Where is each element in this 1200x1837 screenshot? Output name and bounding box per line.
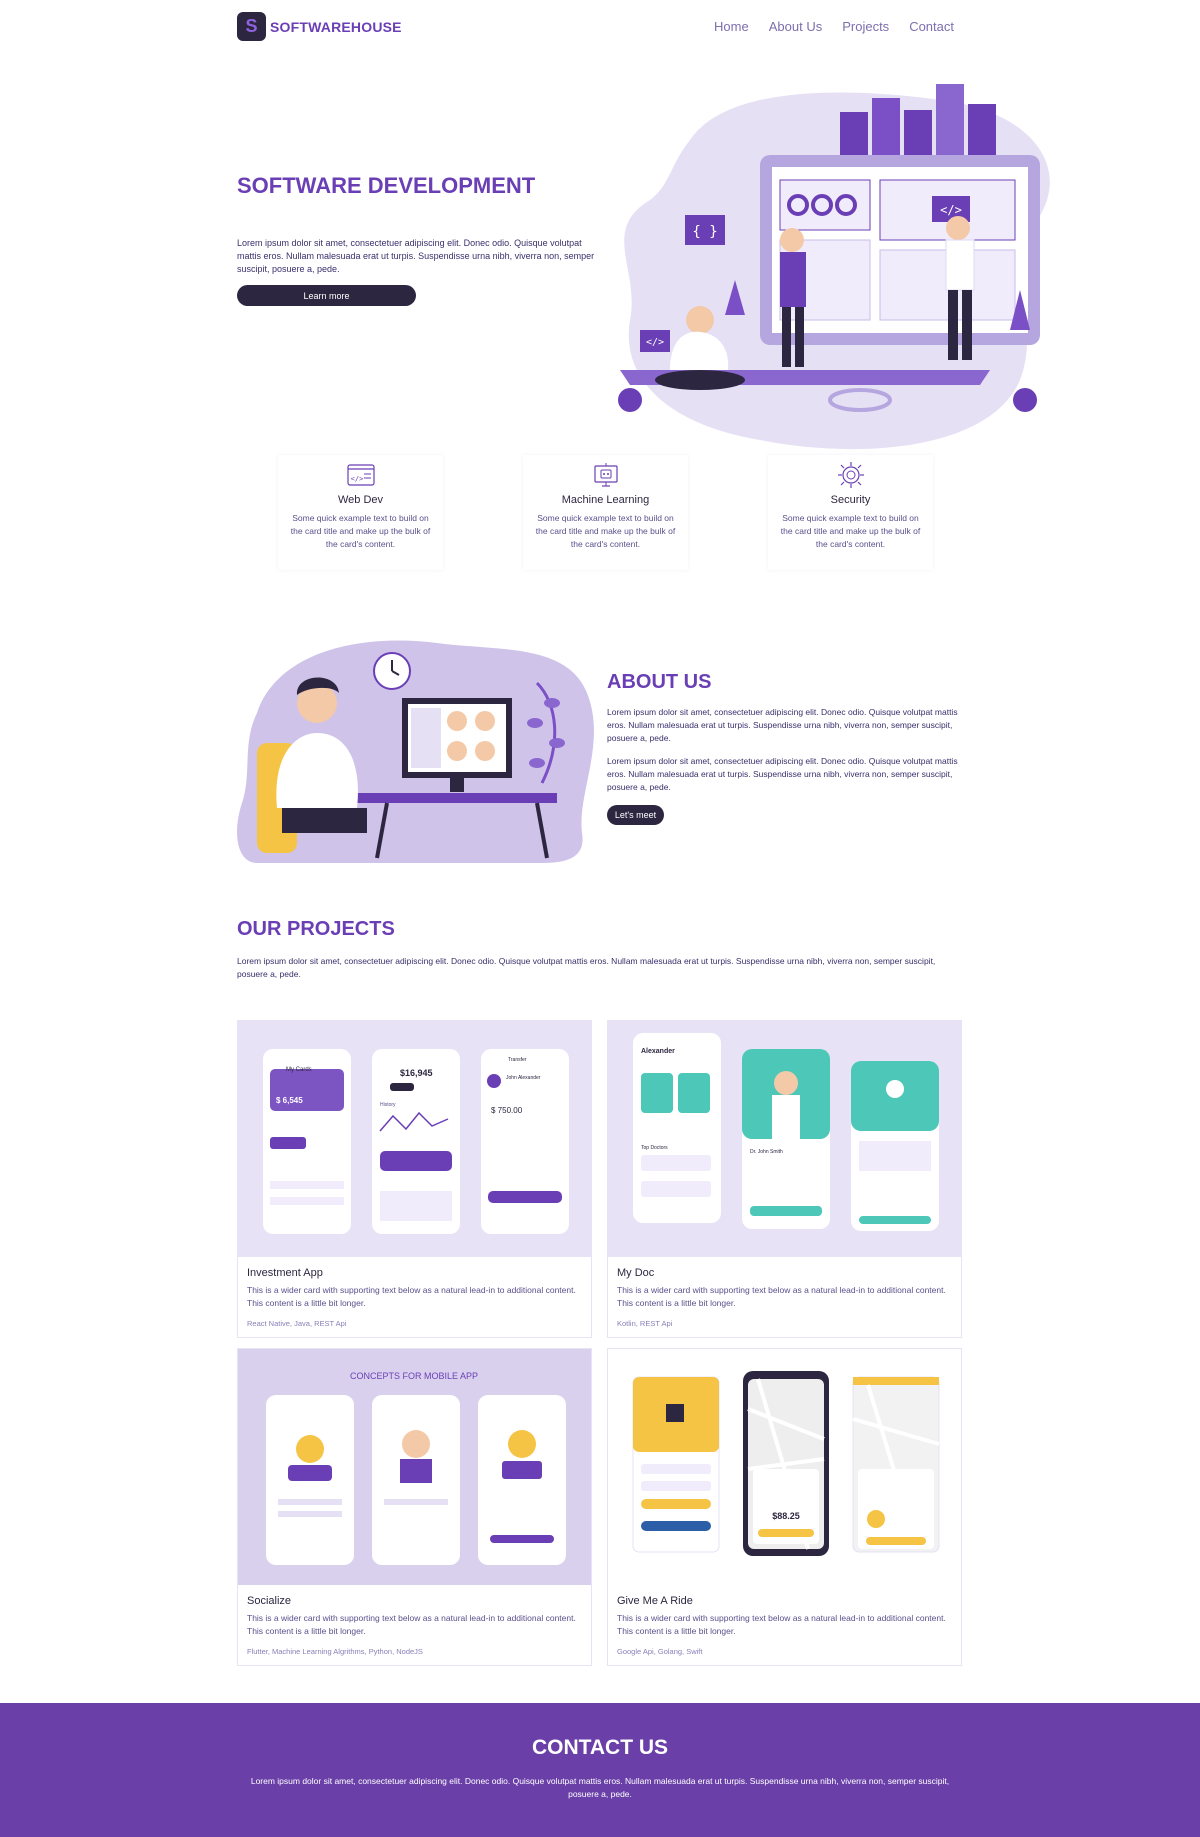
screen-label: $88.25 [772,1511,800,1521]
feature-card-machine-learning: Machine Learning Some quick example text… [523,455,688,570]
feature-text: Some quick example text to build on the … [535,513,676,549]
svg-text:</>: </> [350,475,363,483]
screen-label: Alexander [641,1048,675,1055]
about-paragraph: Lorem ipsum dolor sit amet, consectetuer… [607,707,958,743]
robot-monitor-icon [593,463,618,487]
feature-title: Web Dev [337,494,384,506]
screen-label: My Cards [286,1067,312,1073]
lets-meet-button[interactable]: Let's meet [607,805,664,825]
brand-logo-icon: S [237,12,266,41]
project-text: This is a wider card with supporting tex… [247,1285,576,1308]
screen-label: $ 750.00 [491,1106,523,1115]
project-card-socialize[interactable]: CONCEPTS FOR MOBILE APP Socialize This i… [237,1348,592,1666]
projects-title: OUR PROJECTS [237,918,395,940]
project-card-investment-app[interactable]: My Cards $ 6,545 $16,945 History Transfe… [237,1020,592,1338]
nav-link-home[interactable]: Home [714,19,749,34]
feature-text: Some quick example text to build on the … [780,513,921,549]
screen-label: Top Doctors [641,1145,668,1151]
code-window-icon: </> [346,464,375,486]
nav-link-contact[interactable]: Contact [909,19,954,34]
project-title: Socialize [247,1595,292,1607]
feature-text: Some quick example text to build on the … [290,513,431,549]
nav-link-about[interactable]: About Us [769,19,822,34]
project-tags: React Native, Java, REST Api [247,1319,347,1328]
nav-links: Home About Us Projects Contact [714,19,954,34]
project-tags: Flutter, Machine Learning Algrithms, Pyt… [247,1647,423,1656]
project-text: This is a wider card with supporting tex… [617,1285,946,1308]
developer-team-illustration: </> { } </> [618,84,1050,450]
about-paragraph: Lorem ipsum dolor sit amet, consectetuer… [607,756,958,792]
screen-label: Transfer [508,1057,527,1063]
feature-card-web-dev: </> Web Dev Some quick example text to b… [278,455,443,570]
learn-more-button[interactable]: Learn more [237,285,416,306]
security-gear-icon [837,462,864,488]
feature-card-security: Security Some quick example text to buil… [768,455,933,570]
brand-name: SOFTWAREHOUSE [270,18,402,35]
screen-label: John Alexander [506,1075,541,1081]
contact-section: CONTACT US Lorem ipsum dolor sit amet, c… [0,1703,1200,1837]
project-image: CONCEPTS FOR MOBILE APP [238,1349,591,1585]
project-text: This is a wider card with supporting tex… [247,1613,576,1636]
project-image: My Cards $ 6,545 $16,945 History Transfe… [238,1021,591,1257]
hero-title: SOFTWARE DEVELOPMENT [237,173,536,198]
feature-title: Machine Learning [561,494,650,506]
project-card-my-doc[interactable]: Alexander Top Doctors Dr. John Smith My … [607,1020,962,1338]
screen-label: History [380,1102,396,1108]
project-text: This is a wider card with supporting tex… [617,1613,946,1636]
screen-label: $ 6,545 [276,1096,303,1105]
screen-label: CONCEPTS FOR MOBILE APP [350,1371,478,1381]
project-card-give-me-a-ride[interactable]: $88.25 Give Me A Ride This is a wider ca… [607,1348,962,1666]
brand[interactable]: S SOFTWAREHOUSE [237,12,402,41]
project-title: My Doc [617,1267,655,1279]
screen-label: Dr. John Smith [750,1149,783,1155]
screen-label: $16,945 [400,1068,433,1078]
feature-cards: </> Web Dev Some quick example text to b… [278,455,933,570]
contact-text: Lorem ipsum dolor sit amet, consectetuer… [250,1776,950,1799]
contact-title: CONTACT US [531,1736,669,1759]
project-tags: Kotlin, REST Api [617,1319,673,1328]
project-title: Give Me A Ride [617,1595,693,1607]
project-title: Investment App [247,1267,323,1279]
project-tags: Google Api, Golang, Swift [617,1647,703,1656]
navbar: S SOFTWAREHOUSE Home About Us Projects C… [0,0,1200,52]
video-call-illustration [237,640,594,863]
svg-text:</>: </> [646,337,664,348]
feature-title: Security [830,494,871,506]
nav-link-projects[interactable]: Projects [842,19,889,34]
svg-text:{ }: { } [692,224,717,240]
project-image: Alexander Top Doctors Dr. John Smith [608,1021,961,1257]
about-title: ABOUT US [607,671,712,693]
project-image: $88.25 [608,1349,961,1585]
projects-text: Lorem ipsum dolor sit amet, consectetuer… [237,956,936,979]
svg-text:</>: </> [940,203,962,217]
hero-text: Lorem ipsum dolor sit amet, consectetuer… [237,238,595,274]
